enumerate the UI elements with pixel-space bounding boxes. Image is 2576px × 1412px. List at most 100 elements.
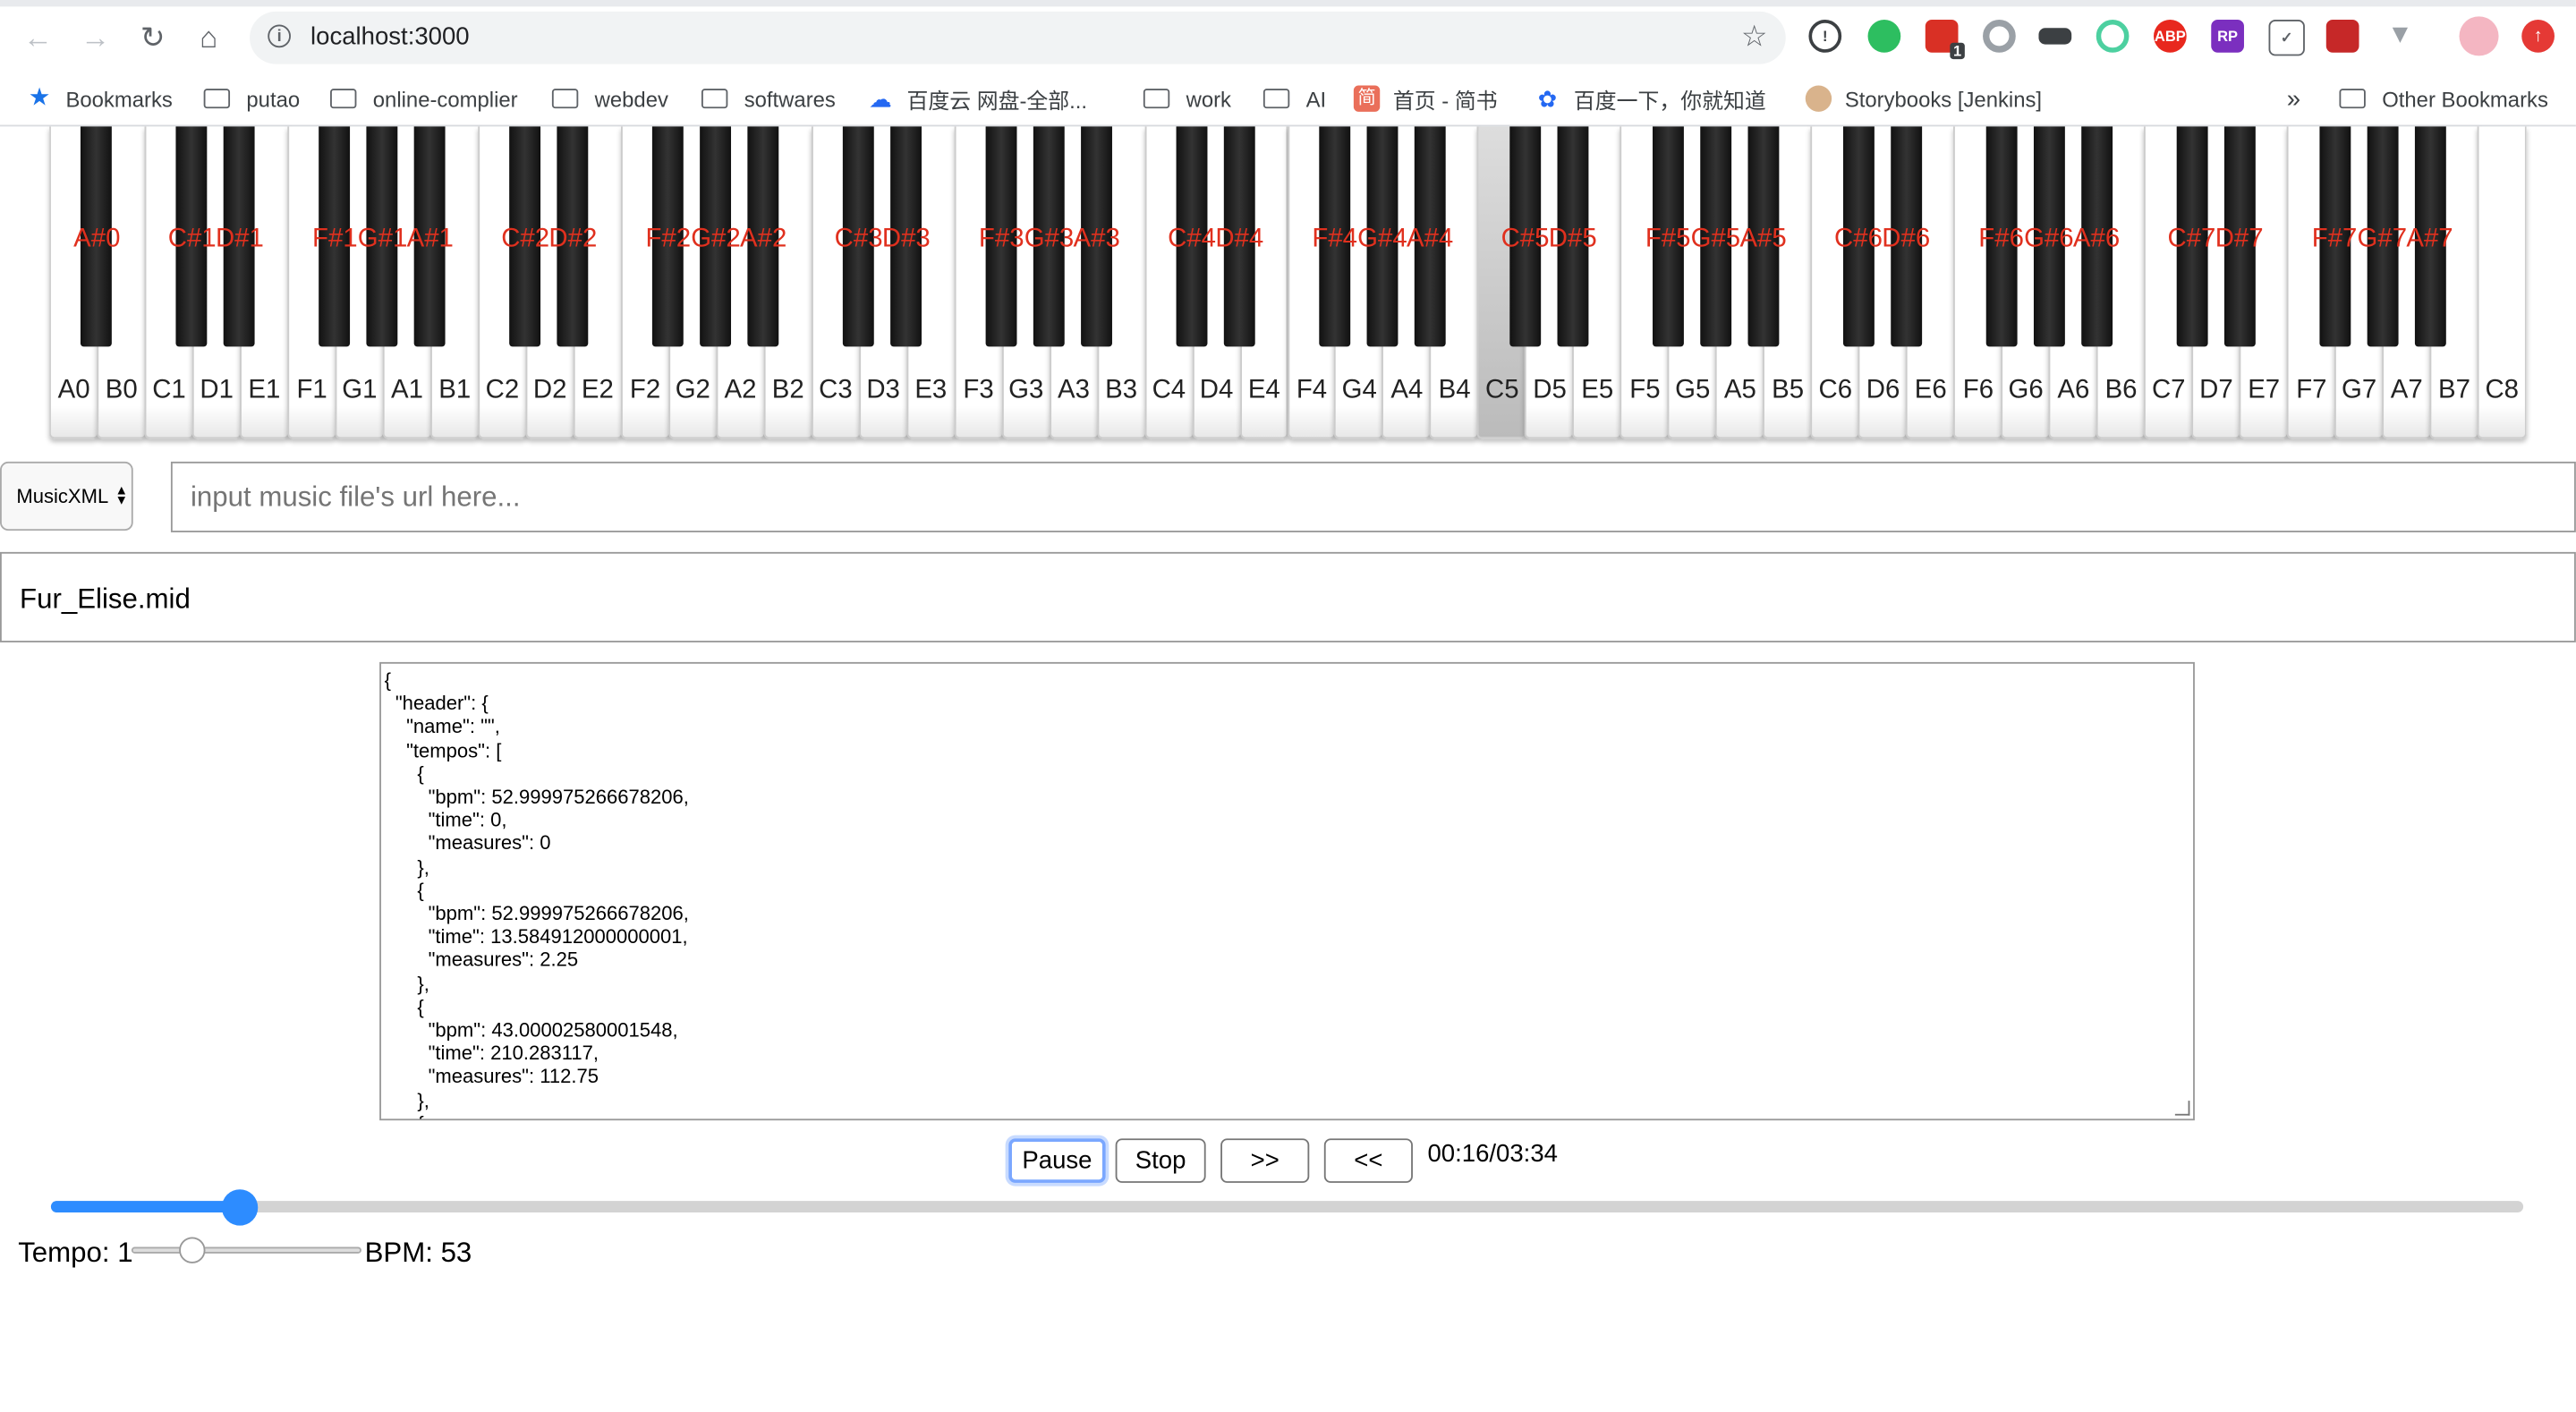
baidu-icon: ✿ (1537, 85, 1558, 112)
white-key-label: B7 (2438, 376, 2470, 404)
music-url-input[interactable] (170, 461, 2576, 532)
format-select[interactable]: MusicXML ▲ ▼ (0, 461, 133, 532)
midi-json-textarea[interactable]: { "header": { "name": "", "tempos": [ { … (379, 661, 2195, 1121)
browser-toolbar: ← → ↻ ⌂ i localhost:3000 ☆ ! 1 ABP RP ✓ … (0, 0, 2576, 72)
address-url[interactable]: localhost:3000 (310, 23, 470, 51)
folder-icon (1143, 89, 1170, 109)
black-key-label: D#7 (2215, 225, 2264, 253)
progress-thumb[interactable] (221, 1189, 259, 1226)
black-key-label: F#5 (1645, 225, 1691, 253)
ghostery-icon[interactable] (2038, 28, 2072, 45)
format-select-value: MusicXML (16, 484, 109, 508)
bookmark-jianshu[interactable]: 简首页 - 简书 (1353, 82, 1498, 115)
white-key-label: F6 (1962, 376, 1994, 404)
stop-button[interactable]: Stop (1115, 1138, 1206, 1183)
back-button[interactable]: << (1323, 1138, 1413, 1183)
address-bar[interactable]: i localhost:3000 ☆ (250, 11, 1786, 64)
select-arrows-icon: ▲ ▼ (115, 482, 129, 508)
site-info-icon[interactable]: i (268, 24, 291, 48)
bookmark-ai[interactable]: AI (1262, 82, 1327, 115)
white-key-label: A1 (391, 376, 423, 404)
bookmark-bookmarks[interactable]: ★ Bookmarks (26, 82, 173, 115)
white-key-label: C4 (1152, 376, 1186, 404)
bookmarks-overflow-chevron[interactable]: » (2287, 82, 2300, 115)
bookmark-softwares[interactable]: softwares (701, 82, 836, 115)
folder-icon (330, 89, 357, 109)
white-key-label: C7 (2151, 376, 2186, 404)
bookmark-baidu-cloud[interactable]: ☁ 百度云 网盘-全部... (867, 82, 1087, 115)
piano-white-key[interactable]: C8 (2477, 126, 2527, 439)
white-key-label: E7 (2248, 376, 2281, 404)
bookmark-work[interactable]: work (1143, 82, 1231, 115)
update-arrow-icon[interactable]: ↑ (2521, 20, 2555, 53)
white-key-label: G1 (342, 376, 378, 404)
black-key-label: F#1 (311, 225, 358, 253)
photo-extension-icon[interactable] (2325, 20, 2359, 53)
loop-extension-icon[interactable] (2096, 20, 2130, 53)
bookmark-putao[interactable]: putao (203, 82, 301, 115)
white-key-label: A7 (2390, 376, 2423, 404)
black-key-label: C#2 (501, 225, 550, 253)
black-key-label: A#0 (73, 225, 121, 253)
rp-extension-icon[interactable]: RP (2211, 20, 2244, 53)
white-key-label: B0 (105, 376, 138, 404)
white-key-label: E5 (1581, 376, 1614, 404)
white-key-label: G7 (2341, 376, 2377, 404)
white-key-label: C5 (1485, 376, 1519, 404)
black-key-label: C#7 (2167, 225, 2216, 253)
back-arrow-icon[interactable]: ← (16, 16, 59, 59)
progress-slider[interactable] (50, 1189, 2524, 1226)
black-key-label: A#5 (1739, 225, 1787, 253)
white-key-label: D5 (1533, 376, 1567, 404)
bookmark-star-icon[interactable]: ☆ (1741, 20, 1768, 55)
white-key-label: G5 (1675, 376, 1711, 404)
todo-extension-icon[interactable]: 1 (1925, 20, 1965, 60)
black-key-label: F#4 (1312, 225, 1358, 253)
shield-extension-icon[interactable]: ✓ (2268, 20, 2305, 56)
bookmark-label: putao (246, 86, 301, 111)
black-key-label: F#2 (645, 225, 692, 253)
home-icon[interactable]: ⌂ (187, 16, 230, 59)
black-key-label: A#3 (1073, 225, 1120, 253)
resize-handle-icon[interactable] (2174, 1101, 2190, 1116)
white-key-label: D7 (2199, 376, 2233, 404)
white-key-label: G4 (1341, 376, 1377, 404)
white-key-label: F1 (296, 376, 327, 404)
record-extension-icon[interactable] (1983, 20, 2016, 53)
bookmark-baidu[interactable]: ✿ 百度一下，你就知道 (1535, 82, 1766, 115)
bookmark-online-complier[interactable]: online-complier (330, 82, 518, 115)
star-icon: ★ (28, 83, 51, 112)
avatar[interactable] (2459, 16, 2499, 56)
tempo-slider[interactable] (131, 1237, 361, 1263)
baidu-cloud-icon: ☁ (869, 85, 892, 112)
forward-arrow-icon[interactable]: → (74, 16, 117, 59)
tempo-label: Tempo: 1 (18, 1237, 133, 1269)
vue-devtools-icon[interactable]: ▼ (2384, 20, 2417, 53)
black-key-label: G#4 (1357, 225, 1407, 253)
black-key-label: C#4 (1168, 225, 1217, 253)
evernote-icon[interactable] (1867, 20, 1901, 53)
pause-button[interactable]: Pause (1008, 1138, 1106, 1183)
white-key-label: D2 (532, 376, 567, 404)
extension-badge: 1 (1950, 42, 1965, 60)
adblock-plus-icon[interactable]: ABP (2153, 20, 2187, 53)
white-key-label: F2 (629, 376, 661, 404)
black-key-label: G#3 (1024, 225, 1075, 253)
bookmark-label: softwares (744, 86, 836, 111)
white-key-label: B6 (2104, 376, 2138, 404)
bookmark-label: online-complier (372, 86, 518, 111)
tempo-thumb[interactable] (178, 1237, 206, 1263)
white-key-label: E1 (248, 376, 281, 404)
1password-icon[interactable]: ! (1808, 20, 1842, 53)
bookmarks-bar: ★ Bookmarks putao online-complier webdev … (0, 72, 2576, 127)
reload-icon[interactable]: ↻ (132, 16, 174, 59)
bookmark-other-bookmarks[interactable]: Other Bookmarks (2339, 82, 2548, 115)
white-key-label: C3 (819, 376, 853, 404)
bookmark-label: AI (1305, 86, 1327, 111)
bookmark-storybooks-jenkins[interactable]: Storybooks [Jenkins] (1805, 82, 2042, 115)
forward-button[interactable]: >> (1220, 1138, 1310, 1183)
file-name-display[interactable]: Fur_Elise.mid (0, 551, 2576, 642)
black-key-label: A#6 (2072, 225, 2121, 253)
folder-icon (203, 89, 231, 109)
bookmark-webdev[interactable]: webdev (551, 82, 668, 115)
